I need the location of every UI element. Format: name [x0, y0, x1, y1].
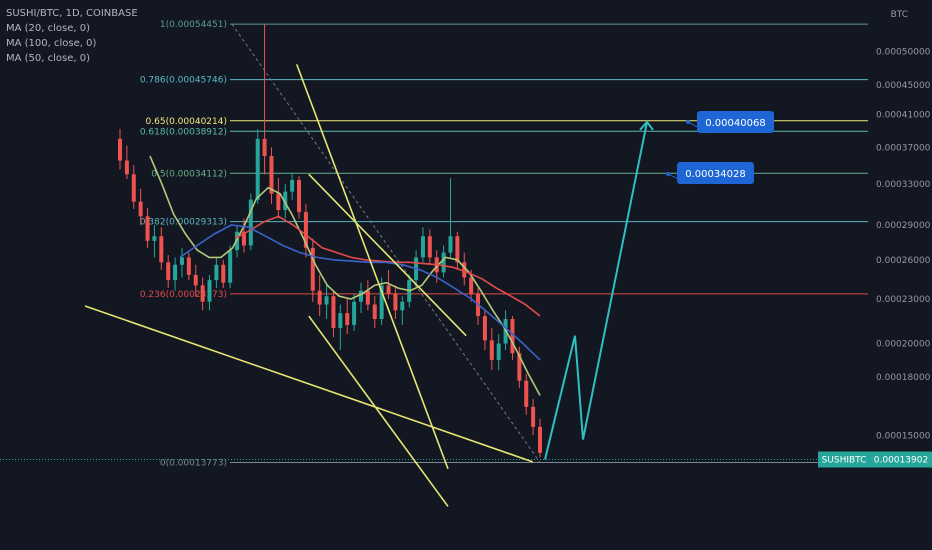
- candle-body-32: [338, 313, 343, 328]
- candle-body-41: [400, 301, 405, 311]
- candle-body-5: [152, 236, 157, 241]
- candle-body-23: [276, 193, 281, 211]
- candle-body-4: [145, 216, 150, 241]
- candle-body-47: [441, 252, 446, 273]
- candle-body-16: [228, 250, 233, 283]
- candle-body-6: [159, 236, 164, 263]
- y-tick-4: 0.00033000: [876, 180, 931, 190]
- candle-body-11: [193, 274, 198, 286]
- candle-body-48: [448, 236, 453, 253]
- candle-body-14: [214, 264, 219, 281]
- candle-body-15: [221, 264, 226, 283]
- callout-label-1: 0.00034028: [685, 169, 745, 180]
- candle-body-61: [538, 426, 542, 453]
- fib-label-0: 1(0.00054451): [160, 20, 227, 30]
- price-tag-symbol: SUSHIBTC: [822, 456, 867, 466]
- candle-body-34: [352, 301, 357, 325]
- candle-body-12: [200, 285, 205, 302]
- callout-label-0: 0.00040068: [705, 118, 765, 129]
- fib-label-4: 0.5(0.00034112): [151, 169, 227, 179]
- candle-body-40: [393, 293, 398, 311]
- candle-body-54: [489, 340, 494, 360]
- y-tick-10: 0.00015000: [876, 431, 931, 441]
- candle-body-60: [531, 406, 536, 427]
- price-chart[interactable]: 1(0.00054451) 0.786(0.00045746) 0.65(0.000…: [0, 0, 932, 550]
- candle-body-55: [496, 343, 501, 360]
- candle-body-8: [173, 264, 178, 281]
- candle-body-7: [166, 262, 171, 281]
- candle-body-10: [186, 257, 191, 275]
- fib-label-1: 0.786(0.00045746): [140, 76, 227, 86]
- fib-label-5: 0.382(0.00029313): [140, 218, 227, 228]
- ma20-legend[interactable]: MA (20, close, 0): [6, 21, 138, 36]
- candle-body-53: [482, 316, 487, 341]
- candle-body-2: [131, 174, 136, 202]
- candle-body-0: [118, 138, 122, 161]
- candle-body-59: [524, 380, 529, 407]
- candle-body-51: [469, 277, 474, 294]
- fib-label-6: 0.236(0.00023373): [140, 290, 227, 300]
- candle-body-26: [297, 179, 302, 213]
- callout-anchor-0: [686, 119, 690, 124]
- fib-label-2: 0.65(0.00040214): [146, 117, 227, 127]
- candle-body-29: [317, 290, 322, 305]
- symbol-title[interactable]: SUSHI/BTC, 1D, COINBASE: [6, 6, 138, 21]
- y-tick-9: 0.00018000: [876, 373, 931, 383]
- fib-label-3: 0.618(0.00038912): [140, 127, 227, 137]
- y-tick-5: 0.00029000: [876, 221, 931, 231]
- y-tick-0: 0.00050000: [876, 47, 931, 57]
- candle-body-44: [420, 236, 425, 258]
- candle-body-33: [345, 313, 350, 325]
- y-tick-2: 0.00041000: [876, 111, 931, 121]
- candle-body-3: [138, 201, 143, 217]
- callout-anchor-1: [666, 172, 670, 177]
- y-tick-3: 0.00037000: [876, 143, 931, 153]
- candle-body-36: [365, 290, 370, 305]
- candle-body-39: [386, 285, 391, 294]
- candle-body-37: [372, 304, 377, 319]
- candle-body-13: [207, 280, 212, 302]
- candle-body-21: [262, 138, 267, 157]
- candle-body-9: [179, 257, 184, 265]
- y-tick-6: 0.00026000: [876, 256, 931, 266]
- price-tag-value: 0.00013902: [874, 456, 928, 466]
- candle-body-31: [331, 296, 336, 328]
- y-tick-7: 0.00023000: [876, 295, 931, 305]
- y-tick-8: 0.00020000: [876, 340, 931, 350]
- candle-body-1: [124, 160, 129, 175]
- ma50-legend[interactable]: MA (50, close, 0): [6, 51, 138, 66]
- candle-body-20: [255, 138, 260, 200]
- candle-body-25: [290, 179, 295, 192]
- last-price-tag: SUSHIBTC 0.00013902: [818, 451, 932, 468]
- axis-unit: BTC: [890, 10, 908, 20]
- chart-legend: SUSHI/BTC, 1D, COINBASE MA (20, close, 0…: [6, 6, 138, 66]
- ma100-legend[interactable]: MA (100, close, 0): [6, 36, 138, 51]
- candle-body-45: [427, 236, 432, 258]
- candle-body-49: [455, 236, 460, 263]
- candle-body-30: [324, 296, 329, 305]
- candle-body-35: [358, 290, 363, 302]
- y-tick-1: 0.00045000: [876, 81, 931, 91]
